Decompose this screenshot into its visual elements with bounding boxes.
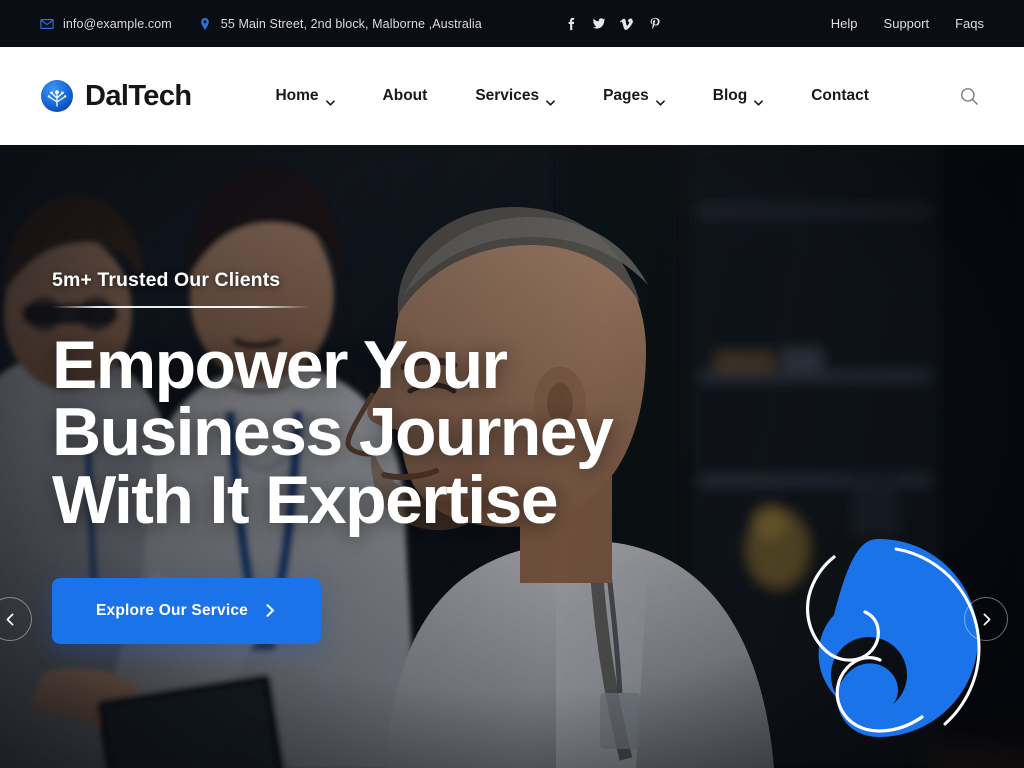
hero-headline-line-1: Empower Your	[52, 327, 508, 404]
chevron-right-icon	[264, 604, 277, 618]
pinterest-icon[interactable]	[648, 16, 662, 32]
top-bar-utility-links: Help Support Faqs	[831, 16, 984, 31]
hero-eyebrow-rule	[52, 306, 310, 309]
top-bar-email[interactable]: info@example.com	[40, 17, 172, 31]
top-bar-contact-group: info@example.com 55 Main Street, 2nd blo…	[40, 16, 662, 32]
nav-label-contact: Contact	[811, 87, 869, 104]
blue-swirl-shape	[772, 531, 986, 745]
carousel-next-button[interactable]	[964, 597, 1008, 641]
top-bar: info@example.com 55 Main Street, 2nd blo…	[0, 0, 1024, 47]
top-bar-link-support[interactable]: Support	[884, 16, 930, 31]
chevron-down-icon	[754, 93, 764, 106]
chevron-left-icon	[4, 613, 17, 626]
nav-label-services: Services	[475, 87, 540, 104]
nav-label-home: Home	[275, 87, 319, 104]
nav-item-pages[interactable]: Pages	[579, 87, 689, 106]
top-bar-link-help[interactable]: Help	[831, 16, 858, 31]
facebook-icon[interactable]	[564, 16, 578, 32]
chevron-down-icon	[655, 93, 665, 106]
vimeo-icon[interactable]	[619, 16, 634, 32]
site-header: DalTech Home About Services Pages Blog C…	[0, 47, 1024, 145]
nav-item-home[interactable]: Home	[251, 87, 358, 106]
top-bar-social-links	[564, 16, 662, 32]
top-bar-address[interactable]: 55 Main Street, 2nd block, Malborne ,Aus…	[198, 17, 482, 31]
map-pin-icon	[198, 17, 212, 31]
explore-our-service-label: Explore Our Service	[96, 601, 248, 619]
chevron-down-icon	[325, 93, 335, 106]
nav-item-about[interactable]: About	[359, 87, 452, 105]
hero-carousel: 5m+ Trusted Our Clients Empower Your Bus…	[0, 145, 1024, 768]
top-bar-address-text: 55 Main Street, 2nd block, Malborne ,Aus…	[220, 16, 482, 31]
chevron-right-icon	[980, 613, 993, 626]
nav-label-about: About	[382, 87, 428, 104]
twitter-icon[interactable]	[592, 16, 606, 32]
main-nav: Home About Services Pages Blog Contact	[251, 87, 893, 106]
circuit-tree-logo-icon	[40, 79, 74, 113]
nav-item-services[interactable]: Services	[451, 87, 579, 106]
logo-text: DalTech	[85, 79, 192, 112]
hero-headline-line-2: Business Journey	[52, 394, 614, 471]
hero-headline-line-3: With It Expertise	[52, 461, 559, 538]
search-icon[interactable]	[954, 81, 984, 111]
nav-item-blog[interactable]: Blog	[689, 87, 787, 106]
top-bar-link-faqs[interactable]: Faqs	[955, 16, 984, 31]
nav-item-contact[interactable]: Contact	[787, 87, 893, 105]
explore-our-service-button[interactable]: Explore Our Service	[52, 577, 321, 644]
envelope-icon	[40, 17, 54, 31]
top-bar-email-text: info@example.com	[63, 16, 172, 31]
hero-headline: Empower Your Business Journey With It Ex…	[52, 327, 614, 538]
nav-label-blog: Blog	[712, 87, 748, 104]
chevron-down-icon	[546, 93, 555, 106]
hero-content: 5m+ Trusted Our Clients Empower Your Bus…	[52, 145, 614, 768]
hero-eyebrow: 5m+ Trusted Our Clients	[52, 269, 281, 292]
logo[interactable]: DalTech	[40, 79, 192, 113]
nav-label-pages: Pages	[603, 87, 649, 104]
